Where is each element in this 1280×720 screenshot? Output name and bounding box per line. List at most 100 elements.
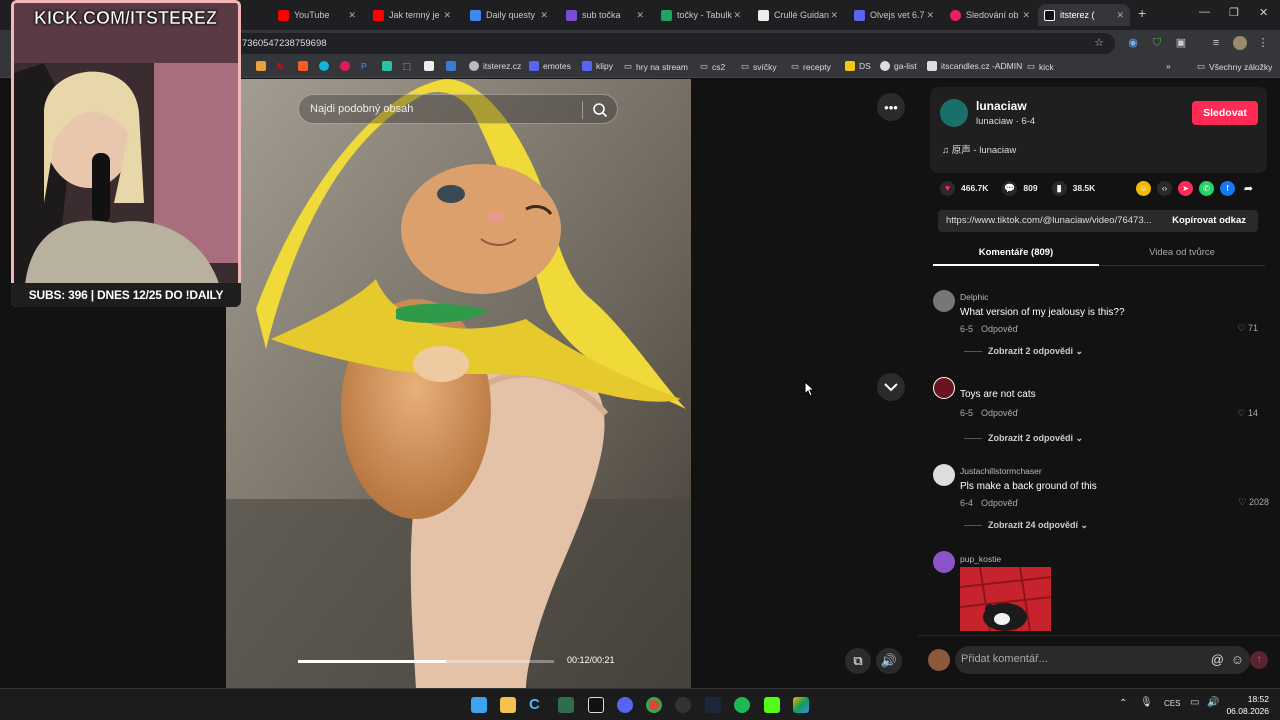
obs-icon[interactable]	[675, 697, 691, 713]
window-close-icon[interactable]: ✕	[1259, 6, 1268, 19]
commenter-avatar[interactable]	[933, 290, 955, 312]
close-icon[interactable]: ✕	[348, 10, 356, 21]
bookmark-icon-5[interactable]	[382, 61, 396, 71]
reply-button[interactable]: Odpověď	[981, 408, 1018, 418]
extension-icon[interactable]: ◉	[1127, 37, 1139, 49]
start-icon[interactable]	[471, 697, 487, 713]
bookmark-ga-list[interactable]: ga-list	[880, 61, 917, 71]
comment-input[interactable]: Přidat komentář... @ ☺	[955, 646, 1250, 674]
tab-youtube[interactable]: YouTube ✕	[272, 4, 362, 26]
netflix-icon[interactable]: N	[277, 61, 283, 71]
commenter-name[interactable]: pup_kostie	[960, 554, 1001, 564]
tab-olvejs[interactable]: Olvejs vet 6.7 ✕	[848, 4, 940, 26]
tab-daily-questy[interactable]: Daily questy ✕	[464, 4, 554, 26]
bookmark-svicky[interactable]: ▭ svíčky	[741, 61, 777, 72]
close-icon[interactable]: ✕	[733, 10, 741, 21]
whatsapp-icon[interactable]: ✆	[1199, 181, 1214, 196]
microphone-icon[interactable]: 🎙	[1140, 697, 1153, 708]
volume-tray-icon[interactable]: 🔊	[1207, 697, 1219, 708]
file-explorer-icon[interactable]	[500, 697, 516, 713]
network-icon[interactable]: ▭	[1190, 697, 1199, 708]
more-options-icon[interactable]: •••	[877, 93, 905, 121]
close-icon[interactable]: ✕	[926, 10, 934, 21]
tab-itsterez-active[interactable]: itsterez (✕	[1038, 4, 1130, 26]
commenter-avatar[interactable]	[933, 377, 955, 399]
creator-avatar[interactable]	[940, 99, 968, 127]
paypal-icon[interactable]: P	[361, 61, 367, 71]
media-icon[interactable]: ≡	[1210, 37, 1222, 49]
commenter-avatar[interactable]	[933, 551, 955, 573]
bookmark-icon-6[interactable]: ⬚	[403, 61, 411, 72]
bookmark-cs2[interactable]: ▭ cs2	[700, 61, 725, 72]
new-tab-button[interactable]: +	[1138, 5, 1146, 21]
bookmark-itsterez[interactable]: itsterez.cz	[469, 61, 521, 71]
view-replies-button[interactable]: Zobrazit 24 odpovědí ⌄	[964, 520, 1088, 531]
video-progress-bar[interactable]	[298, 660, 554, 663]
search-icon[interactable]	[592, 102, 608, 118]
bookmark-emotes[interactable]: emotes	[529, 61, 571, 71]
star-icon[interactable]: ☆	[1093, 37, 1105, 49]
steam-icon[interactable]	[705, 697, 721, 713]
bookmark-icon-3[interactable]	[319, 61, 333, 71]
search-input[interactable]: Najdi podobný obsah	[298, 94, 618, 124]
follow-button[interactable]: Sledovat	[1192, 101, 1258, 125]
commenter-avatar[interactable]	[933, 464, 955, 486]
volume-icon[interactable]: 🔊	[876, 648, 902, 674]
language-indicator[interactable]: CES	[1164, 699, 1180, 708]
tab-sub-tocka[interactable]: sub točka ✕	[560, 4, 650, 26]
view-replies-button[interactable]: Zobrazit 2 odpovědi ⌄	[964, 433, 1083, 444]
chevron-down-icon[interactable]	[877, 373, 905, 401]
minimize-icon[interactable]: —	[1199, 6, 1210, 18]
game-icon[interactable]	[588, 697, 604, 713]
comment-stat[interactable]: 💬 809	[1002, 180, 1038, 196]
bookmark-icon-1[interactable]	[256, 61, 270, 71]
video-url[interactable]: https://www.tiktok.com/@lunaciaw/video/7…	[946, 215, 1152, 226]
video-player[interactable]	[226, 79, 691, 688]
comment-image[interactable]	[960, 567, 1051, 631]
app-icon[interactable]	[558, 697, 574, 713]
menu-icon[interactable]: ⋮	[1257, 37, 1269, 49]
emoji-icon[interactable]: ☺	[1231, 652, 1244, 667]
tab-tocky-tabulky[interactable]: točky - Tabulk ✕	[655, 4, 747, 26]
bookmark-hry-na-stream[interactable]: ▭ hry na stream	[624, 61, 688, 72]
spotify-icon[interactable]	[734, 697, 750, 713]
bookmark-recepty[interactable]: ▭ recepty	[791, 61, 831, 72]
bookmark-ds[interactable]: DS	[845, 61, 871, 71]
reply-button[interactable]: Odpověď	[981, 498, 1018, 508]
drive-icon[interactable]	[793, 697, 809, 713]
send-comment-button[interactable]: ↑	[1250, 651, 1268, 669]
mention-icon[interactable]: @	[1211, 652, 1224, 667]
close-icon[interactable]: ✕	[443, 10, 451, 21]
comment-like[interactable]: ♡ 71	[1237, 323, 1258, 334]
close-icon[interactable]: ✕	[636, 10, 644, 21]
puzzle-icon[interactable]: ▣	[1175, 37, 1187, 49]
tab-creator-videos[interactable]: Videa od tvůrce	[1099, 247, 1265, 258]
close-icon[interactable]: ✕	[540, 10, 548, 21]
pip-icon[interactable]: ⧉	[845, 648, 871, 674]
tab-video[interactable]: Jak temný je ✕	[367, 4, 457, 26]
close-icon[interactable]: ✕	[1116, 10, 1124, 21]
more-bookmarks-icon[interactable]: »	[1166, 61, 1171, 71]
view-replies-button[interactable]: Zobrazit 2 odpovědi ⌄	[964, 346, 1083, 357]
creator-name[interactable]: lunaciaw	[976, 99, 1027, 113]
close-icon[interactable]: ✕	[1022, 10, 1030, 21]
like-stat[interactable]: ♥ 466.7K	[940, 180, 988, 196]
commenter-name[interactable]: Justachillstormchaser	[960, 466, 1042, 476]
friends-share-icon[interactable]: ☺	[1136, 181, 1151, 196]
tab-sledovani[interactable]: Sledování ob ✕	[944, 4, 1036, 26]
facebook-icon[interactable]: f	[1220, 181, 1235, 196]
close-icon[interactable]: ✕	[830, 10, 838, 21]
url-field[interactable]: 7360547238759698	[200, 33, 1115, 54]
reply-button[interactable]: Odpověď	[981, 324, 1018, 334]
all-bookmarks[interactable]: ▭ Všechny záložky	[1197, 61, 1272, 72]
comment-like[interactable]: ♡ 2028	[1238, 497, 1269, 508]
copy-link-button[interactable]: Kopírovat odkaz	[1172, 215, 1246, 226]
kick-icon[interactable]	[764, 697, 780, 713]
tab-comments[interactable]: Komentáře (809)	[933, 247, 1099, 258]
bookmark-icon-4[interactable]	[340, 61, 354, 71]
send-icon[interactable]: ➤	[1178, 181, 1193, 196]
bookmark-icon-2[interactable]	[298, 61, 312, 71]
clock[interactable]: 18:52 06.08.2026	[1226, 693, 1269, 717]
commenter-name[interactable]: Delphic	[960, 292, 988, 302]
profile-avatar[interactable]	[1233, 36, 1247, 50]
